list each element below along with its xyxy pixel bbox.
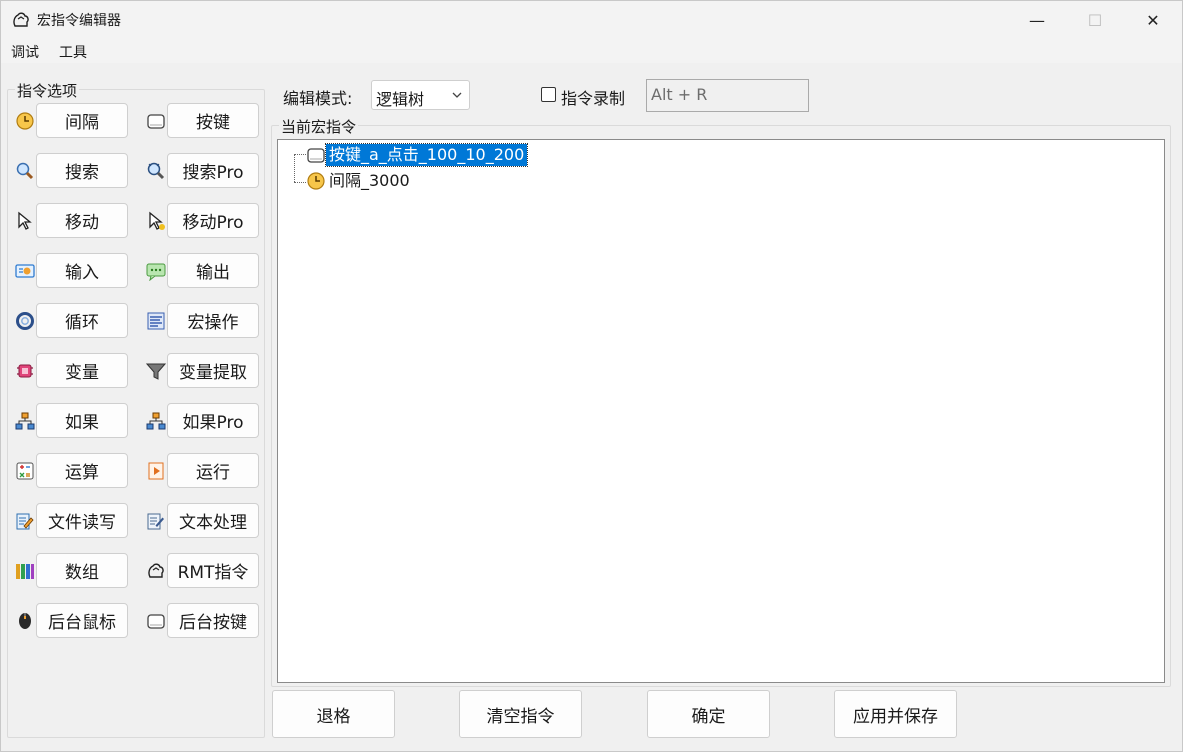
clear-commands-button[interactable]: 清空指令 <box>459 690 582 738</box>
app-logo-icon <box>148 563 164 578</box>
cmd-loop-button[interactable]: 循环 <box>36 303 128 338</box>
calculator-icon <box>16 462 34 480</box>
window-title: 宏指令编辑器 <box>37 13 121 29</box>
edit-mode-label: 编辑模式: <box>283 89 353 108</box>
menu-bar: 调试 工具 <box>1 39 1182 63</box>
play-doc-icon <box>148 462 164 480</box>
cmd-bg-mouse-button[interactable]: 后台鼠标 <box>36 603 128 638</box>
key-icon <box>307 148 325 163</box>
minimize-icon: — <box>1029 10 1045 30</box>
close-button[interactable]: ✕ <box>1124 1 1182 39</box>
edit-mode-select[interactable]: 逻辑树 <box>371 80 470 110</box>
cursor-pro-icon <box>149 211 165 230</box>
backspace-button[interactable]: 退格 <box>272 690 395 738</box>
apply-save-button[interactable]: 应用并保存 <box>834 690 957 738</box>
cmd-rmt-button[interactable]: RMT指令 <box>167 553 259 588</box>
edit-mode-value: 逻辑树 <box>376 90 425 109</box>
cmd-macro-op-button[interactable]: 宏操作 <box>167 303 259 338</box>
cmd-interval-button[interactable]: 间隔 <box>36 103 128 138</box>
macro-tree[interactable]: 按键_a_点击_100_10_200 间隔_3000 <box>277 139 1165 683</box>
cmd-output-button[interactable]: 输出 <box>167 253 259 288</box>
hierarchy-icon <box>15 412 35 430</box>
cmd-key-button[interactable]: 按键 <box>167 103 259 138</box>
hierarchy-pro-icon <box>146 412 166 430</box>
key-icon <box>147 114 165 129</box>
cmd-input-button[interactable]: 输入 <box>36 253 128 288</box>
funnel-icon <box>146 363 166 380</box>
menu-tools[interactable]: 工具 <box>59 42 87 62</box>
clock-icon <box>16 112 34 130</box>
cmd-move-pro-button[interactable]: 移动Pro <box>167 203 259 238</box>
tree-connector <box>294 154 295 182</box>
maximize-button[interactable]: ☐ <box>1066 1 1124 39</box>
chevron-down-icon <box>452 92 462 98</box>
cmd-var-extract-button[interactable]: 变量提取 <box>167 353 259 388</box>
confirm-button[interactable]: 确定 <box>647 690 770 738</box>
cmd-compute-button[interactable]: 运算 <box>36 453 128 488</box>
cmd-if-button[interactable]: 如果 <box>36 403 128 438</box>
file-edit-icon <box>16 513 34 530</box>
key-icon <box>147 614 165 629</box>
palette-label: 指令选项 <box>15 80 80 101</box>
tree-connector <box>294 154 306 155</box>
minimize-button[interactable]: — <box>1008 1 1066 39</box>
cmd-text-process-button[interactable]: 文本处理 <box>167 503 259 538</box>
macro-editor-window: 宏指令编辑器 — ☐ ✕ 调试 工具 指令选项 间隔 搜索 移动 输入 循环 变… <box>0 0 1183 752</box>
cmd-search-button[interactable]: 搜索 <box>36 153 128 188</box>
cmd-file-rw-button[interactable]: 文件读写 <box>36 503 128 538</box>
tree-node[interactable]: 间隔_3000 <box>306 170 413 192</box>
record-hotkey-field[interactable]: Alt + R <box>646 79 809 112</box>
mouse-icon <box>19 613 31 629</box>
magnifier-icon <box>16 162 34 180</box>
current-macro-label: 当前宏指令 <box>279 116 359 137</box>
cmd-search-pro-button[interactable]: 搜索Pro <box>167 153 259 188</box>
tree-node-label: 按键_a_点击_100_10_200 <box>324 143 529 167</box>
cmd-run-button[interactable]: 运行 <box>167 453 259 488</box>
cmd-if-pro-button[interactable]: 如果Pro <box>167 403 259 438</box>
input-card-icon <box>15 264 35 278</box>
cursor-icon <box>18 211 32 230</box>
text-doc-icon <box>147 513 164 530</box>
cmd-move-button[interactable]: 移动 <box>36 203 128 238</box>
cmd-variable-button[interactable]: 变量 <box>36 353 128 388</box>
chip-icon <box>17 364 33 378</box>
menu-debug[interactable]: 调试 <box>11 42 39 62</box>
record-label[interactable]: 指令录制 <box>561 85 625 109</box>
loop-icon <box>16 312 34 330</box>
tree-connector <box>294 182 306 183</box>
app-logo-icon <box>13 12 29 27</box>
clock-icon <box>307 172 325 190</box>
chat-bubble-icon <box>146 263 166 281</box>
cmd-bg-key-button[interactable]: 后台按键 <box>167 603 259 638</box>
record-checkbox[interactable] <box>541 87 556 102</box>
array-bars-icon <box>16 564 34 579</box>
close-icon: ✕ <box>1146 10 1160 30</box>
list-lines-icon <box>147 312 165 330</box>
maximize-icon: ☐ <box>1087 10 1103 30</box>
tree-node[interactable]: 按键_a_点击_100_10_200 <box>306 143 529 167</box>
magnifier-pro-icon <box>147 162 165 180</box>
cmd-array-button[interactable]: 数组 <box>36 553 128 588</box>
title-bar[interactable]: 宏指令编辑器 — ☐ ✕ <box>1 1 1182 39</box>
tree-node-label: 间隔_3000 <box>329 171 410 190</box>
